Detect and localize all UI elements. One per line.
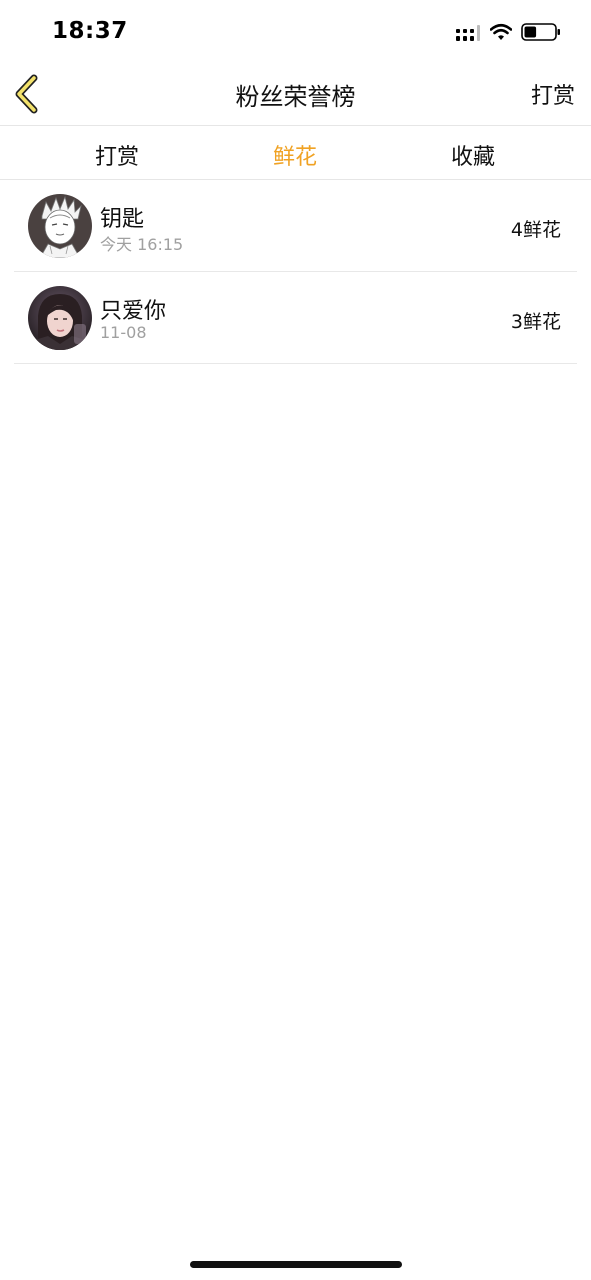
flower-count: 3鲜花 — [510, 311, 561, 333]
row-divider — [14, 363, 577, 364]
avatar-photo-image — [28, 286, 92, 350]
nav-bar: 粉丝荣誉榜 打赏 — [0, 62, 591, 125]
signal-icon — [456, 25, 480, 41]
battery-icon — [521, 23, 560, 41]
user-time: 11-08 — [100, 323, 147, 342]
avatar-sketch-image — [28, 194, 92, 258]
page-title: 粉丝荣誉榜 — [235, 83, 356, 111]
user-name: 钥匙 — [100, 207, 145, 232]
flower-count: 4鲜花 — [510, 219, 561, 241]
list-item[interactable]: 钥匙 今天 16:15 4鲜花 — [0, 180, 591, 272]
list-item[interactable]: 只爱你 11-08 3鲜花 — [0, 272, 591, 364]
tab-bar: 打赏 鲜花 收藏 — [0, 126, 591, 179]
user-time: 今天 16:15 — [100, 235, 184, 254]
screen: 18:37 粉丝荣誉榜 打赏 打赏 鲜花 收藏 钥匙 今天 16:15 4鲜花 … — [0, 0, 591, 1280]
status-time: 18:37 — [52, 18, 128, 44]
status-bar: 18:37 — [0, 0, 591, 62]
reward-button[interactable]: 打赏 — [531, 78, 575, 110]
tab-favorites[interactable]: 收藏 — [413, 139, 533, 171]
avatar — [28, 286, 92, 350]
tab-flowers[interactable]: 鲜花 — [235, 139, 355, 171]
avatar — [28, 194, 92, 258]
wifi-icon — [490, 23, 512, 40]
tab-reward[interactable]: 打赏 — [57, 139, 177, 171]
user-name: 只爱你 — [100, 299, 167, 324]
home-indicator[interactable] — [190, 1261, 402, 1268]
fan-list: 钥匙 今天 16:15 4鲜花 只爱你 11-08 3鲜花 — [0, 180, 591, 364]
